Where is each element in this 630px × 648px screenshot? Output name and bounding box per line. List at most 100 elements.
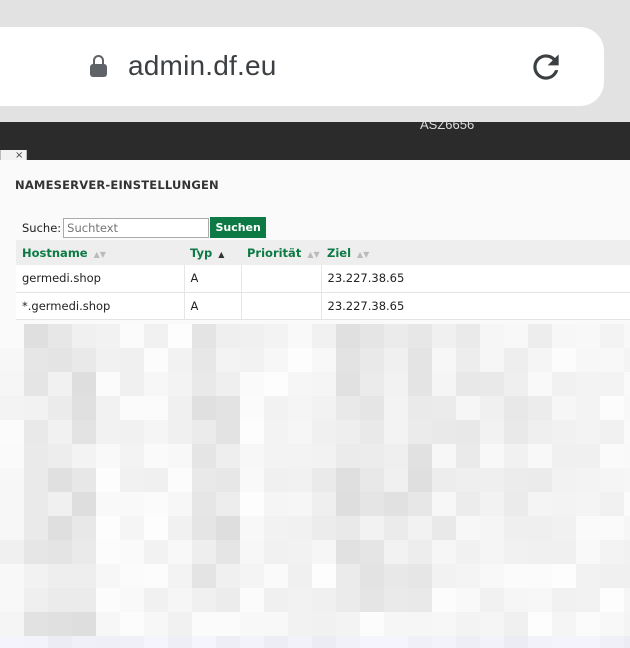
redaction-pixel [288, 492, 312, 516]
redaction-pixel [384, 540, 408, 564]
redaction-pixel [72, 516, 96, 540]
table-row[interactable]: germedi.shop A 23.227.38.65 [16, 265, 630, 292]
redaction-pixel [312, 324, 336, 348]
redaction-pixel [120, 348, 144, 372]
redaction-pixel [336, 396, 360, 420]
redaction-pixel [264, 564, 288, 588]
redaction-pixel [288, 540, 312, 564]
redaction-pixel [456, 444, 480, 468]
redaction-pixel [624, 420, 630, 444]
sort-icon[interactable]: ▲▼ [94, 250, 106, 259]
redaction-pixel [576, 612, 600, 636]
redaction-pixel [240, 492, 264, 516]
redaction-pixel [24, 540, 48, 564]
redaction-pixel [456, 348, 480, 372]
redaction-pixel [528, 444, 552, 468]
redaction-pixel [576, 324, 600, 348]
redaction-pixel [48, 636, 72, 648]
sort-icon[interactable]: ▲▼ [307, 250, 319, 259]
redaction-pixel [624, 492, 630, 516]
redaction-pixel [168, 396, 192, 420]
search-input[interactable] [63, 217, 210, 238]
search-button[interactable]: Suchen [210, 217, 267, 238]
redaction-pixel [408, 348, 432, 372]
redaction-pixel [312, 492, 336, 516]
redaction-pixel [288, 516, 312, 540]
cell-target: 23.227.38.65 [327, 271, 405, 286]
redaction-pixel [72, 444, 96, 468]
redaction-pixel [216, 612, 240, 636]
column-header-type[interactable]: Typ ▲ [184, 240, 241, 265]
redaction-pixel [48, 588, 72, 612]
redaction-pixel [312, 636, 336, 648]
sort-icon[interactable]: ▲▼ [357, 250, 369, 259]
cell-priority [241, 292, 322, 319]
redaction-pixel [528, 492, 552, 516]
redaction-pixel [336, 348, 360, 372]
redaction-pixel [408, 564, 432, 588]
redaction-pixel [96, 372, 120, 396]
column-header-priority[interactable]: Priorität ▲▼ [241, 240, 321, 265]
redaction-pixel [96, 516, 120, 540]
redaction-pixel [552, 420, 576, 444]
redaction-pixel [120, 420, 144, 444]
redaction-pixel [24, 516, 48, 540]
redaction-pixel [168, 348, 192, 372]
redaction-pixel [432, 444, 456, 468]
redaction-pixel [480, 324, 504, 348]
redaction-pixel [144, 540, 168, 564]
redaction-pixel [552, 444, 576, 468]
redaction-pixel [96, 540, 120, 564]
redaction-pixel [600, 492, 624, 516]
table-row[interactable]: *.germedi.shop A 23.227.38.65 [16, 292, 630, 319]
redaction-pixel [288, 636, 312, 648]
redaction-pixel [72, 468, 96, 492]
redaction-pixel [528, 636, 552, 648]
redaction-pixel [48, 444, 72, 468]
redaction-pixel [624, 564, 630, 588]
redaction-pixel [120, 636, 144, 648]
redaction-pixel [120, 540, 144, 564]
redaction-pixel [120, 444, 144, 468]
redaction-pixel [72, 540, 96, 564]
column-header-target[interactable]: Ziel ▲▼ [321, 240, 630, 265]
redaction-pixel [480, 564, 504, 588]
redaction-pixel [360, 468, 384, 492]
redaction-pixel [360, 612, 384, 636]
redaction-pixel [600, 444, 624, 468]
redaction-pixel [336, 540, 360, 564]
redaction-pixel [216, 324, 240, 348]
redaction-pixel [72, 324, 96, 348]
redaction-pixel [168, 540, 192, 564]
redaction-pixel [168, 588, 192, 612]
redaction-pixel [336, 444, 360, 468]
redaction-pixel [288, 612, 312, 636]
redaction-pixel [144, 468, 168, 492]
reload-icon[interactable] [527, 48, 565, 86]
column-header-hostname[interactable]: Hostname ▲▼ [16, 240, 184, 265]
dns-records-table: Hostname ▲▼ Typ ▲ Priorität ▲▼ Ziel ▲▼ germe… [16, 240, 630, 320]
redaction-pixel [576, 420, 600, 444]
redaction-pixel [144, 564, 168, 588]
redaction-pixel [192, 396, 216, 420]
redaction-pixel [240, 588, 264, 612]
redaction-pixel [504, 588, 528, 612]
sort-asc-icon[interactable]: ▲ [218, 250, 224, 259]
redaction-pixel [288, 396, 312, 420]
redaction-pixel [24, 636, 48, 648]
redaction-pixel [384, 516, 408, 540]
redaction-pixel [120, 324, 144, 348]
redaction-pixel [0, 564, 24, 588]
panel-title: NAMESERVER-EINSTELLUNGEN [15, 178, 219, 192]
redaction-pixel [384, 324, 408, 348]
redaction-pixel [168, 492, 192, 516]
redaction-pixel [624, 348, 630, 372]
redaction-pixel [48, 540, 72, 564]
redaction-pixel [384, 636, 408, 648]
redaction-pixel [336, 516, 360, 540]
redaction-pixel [336, 324, 360, 348]
lock-icon[interactable] [90, 55, 107, 77]
url-text[interactable]: admin.df.eu [128, 50, 277, 82]
redaction-pixel [264, 444, 288, 468]
redaction-pixel [432, 516, 456, 540]
